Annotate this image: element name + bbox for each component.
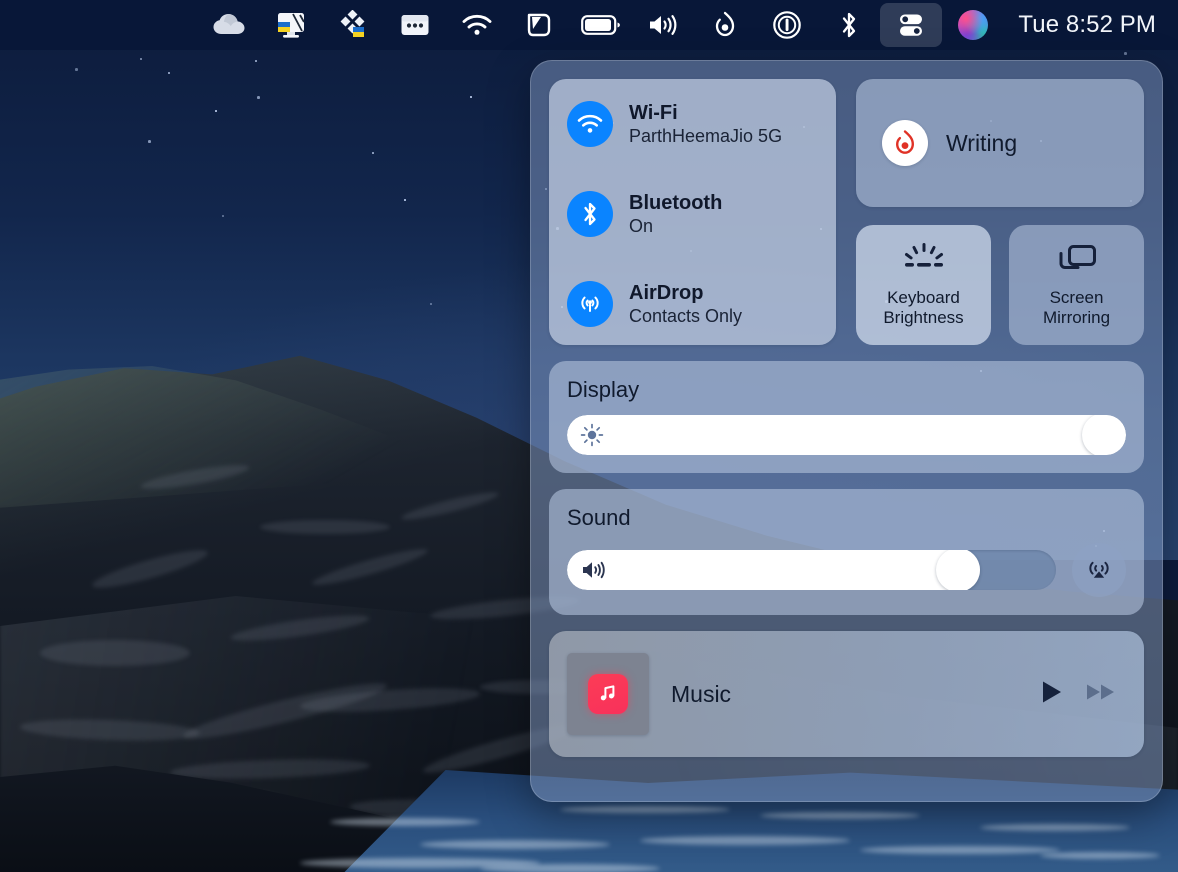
- volume-icon: [650, 15, 677, 35]
- sound-controls-row: [567, 543, 1126, 597]
- connectivity-card: Wi-Fi ParthHeemaJio 5G Bluetooth On AirD…: [549, 79, 836, 345]
- control-wifi[interactable]: Wi-Fi ParthHeemaJio 5G: [567, 101, 818, 147]
- airdrop-icon: [581, 296, 599, 312]
- airdrop-visibility: Contacts Only: [629, 306, 743, 327]
- brightness-icon: [580, 423, 604, 447]
- tile-screen-mirroring[interactable]: Screen Mirroring: [1009, 225, 1144, 345]
- focus-flame-icon: [882, 120, 928, 166]
- brightness-slider-knob[interactable]: [1082, 415, 1126, 455]
- menubar-siri-button[interactable]: [942, 0, 1004, 50]
- bluetooth-status: On: [629, 216, 654, 237]
- album-artwork-placeholder: [567, 653, 649, 735]
- menubar-icon-diamond-pattern[interactable]: [322, 0, 384, 50]
- focus-mode-label: Writing: [946, 129, 1018, 156]
- display-section-title: Display: [567, 377, 640, 402]
- airdrop-text: AirDrop Contacts Only: [629, 282, 742, 327]
- siri-orb-icon[interactable]: [958, 10, 989, 40]
- now-playing-app-name: Music: [671, 680, 732, 707]
- menubar-icon-cloud[interactable]: [198, 0, 260, 50]
- menubar-icon-clipboard[interactable]: [508, 0, 570, 50]
- bluetooth-icon: [584, 202, 596, 226]
- control-airdrop[interactable]: AirDrop Contacts Only: [567, 281, 818, 327]
- control-center-panel: Wi-Fi ParthHeemaJio 5G Bluetooth On AirD…: [530, 60, 1163, 802]
- wifi-title: Wi-Fi: [629, 101, 678, 124]
- menubar-clock[interactable]: Tue 8:52 PM: [1004, 11, 1166, 39]
- one-password-icon: [773, 11, 802, 39]
- speaker-icon: [580, 559, 610, 581]
- audio-output-button[interactable]: [1072, 543, 1126, 597]
- wifi-text: Wi-Fi ParthHeemaJio 5G: [629, 102, 782, 147]
- clipboard-icon: [528, 13, 551, 37]
- menubar-icon-focus-flame[interactable]: [694, 0, 756, 50]
- menubar-icon-window-app[interactable]: [384, 0, 446, 50]
- menubar-icon-bluetooth[interactable]: [818, 0, 880, 50]
- screen-mirroring-icon: [1059, 244, 1096, 269]
- bluetooth-icon: [843, 12, 856, 38]
- bluetooth-title: Bluetooth: [629, 191, 723, 214]
- now-playing-card[interactable]: Music: [549, 631, 1144, 757]
- diamond-pattern-icon: [340, 10, 365, 37]
- control-bluetooth[interactable]: Bluetooth On: [567, 191, 818, 237]
- airplay-audio-icon: [1089, 561, 1109, 578]
- menubar-icon-monitor-flag[interactable]: [260, 0, 322, 50]
- menubar-icon-wifi[interactable]: [446, 0, 508, 50]
- tile-kb-line2: Brightness: [883, 308, 964, 327]
- control-center-top-row: Wi-Fi ParthHeemaJio 5G Bluetooth On AirD…: [549, 79, 1144, 345]
- focus-mode-card[interactable]: Writing: [856, 79, 1144, 207]
- fast-forward-icon: [1087, 684, 1114, 699]
- now-playing-controls: [1036, 677, 1118, 712]
- menubar-icon-battery[interactable]: [570, 0, 632, 50]
- music-app-icon: [588, 674, 628, 714]
- flame-icon: [895, 130, 915, 154]
- display-section: Display: [549, 361, 1144, 473]
- play-button[interactable]: [1036, 677, 1066, 712]
- sound-section-title: Sound: [567, 505, 631, 530]
- wifi-network-name: ParthHeemaJio 5G: [629, 126, 783, 147]
- tile-kb-line1: Keyboard: [887, 287, 960, 307]
- window-app-icon: [401, 15, 429, 35]
- wifi-icon: [577, 114, 603, 133]
- flame-icon: [716, 11, 735, 37]
- fast-forward-button[interactable]: [1084, 677, 1118, 712]
- play-icon: [1043, 681, 1061, 702]
- bluetooth-toggle-icon[interactable]: [567, 191, 613, 237]
- control-center-icon: [900, 14, 923, 36]
- tile-keyboard-brightness-label: Keyboard Brightness: [883, 288, 963, 328]
- airdrop-title: AirDrop: [629, 281, 704, 304]
- wifi-toggle-icon[interactable]: [567, 101, 613, 147]
- menubar-icon-volume[interactable]: [632, 0, 694, 50]
- menubar-icon-one-password[interactable]: [756, 0, 818, 50]
- battery-icon: [581, 15, 621, 35]
- airdrop-toggle-icon[interactable]: [567, 281, 613, 327]
- control-center-tiles: Keyboard Brightness Screen Mirroring: [856, 225, 1144, 345]
- volume-slider[interactable]: [567, 550, 1056, 590]
- brightness-slider-fill: [567, 415, 1126, 455]
- sound-section: Sound: [549, 489, 1144, 615]
- control-center-right-column: Writing Keyboard Brightness Screen Mirro…: [856, 79, 1144, 345]
- wifi-icon: [462, 14, 492, 35]
- monitor-flag-icon: [278, 13, 306, 38]
- volume-slider-fill: [567, 550, 981, 590]
- tile-keyboard-brightness[interactable]: Keyboard Brightness: [856, 225, 991, 345]
- menubar-control-center-button[interactable]: [880, 0, 943, 50]
- tile-sm-line2: Mirroring: [1042, 308, 1111, 327]
- volume-slider-knob[interactable]: [936, 550, 981, 590]
- keyboard-brightness-icon: [904, 242, 943, 267]
- brightness-slider[interactable]: [567, 415, 1126, 455]
- tile-sm-line1: Screen: [1049, 287, 1104, 307]
- control-center-active-highlight[interactable]: [880, 3, 943, 47]
- menu-bar: Tue 8:52 PM: [0, 0, 1178, 50]
- cloud-icon: [213, 13, 245, 34]
- bluetooth-text: Bluetooth On: [629, 192, 722, 237]
- tile-screen-mirroring-label: Screen Mirroring: [1043, 288, 1110, 328]
